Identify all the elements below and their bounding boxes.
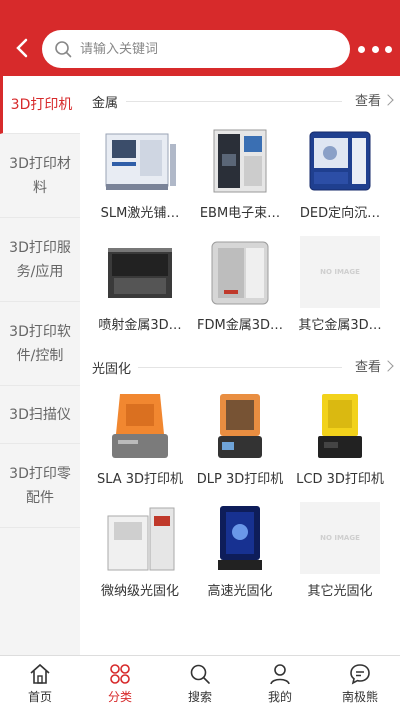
bottom-tab-bar: 首页 分类 搜索 我的 南极熊 xyxy=(0,655,400,711)
category-item[interactable]: LCD 3D打印机 xyxy=(290,382,390,494)
back-button[interactable] xyxy=(8,34,36,62)
category-item[interactable]: DLP 3D打印机 xyxy=(190,382,290,494)
category-icon xyxy=(110,664,130,684)
section-header-photopolymer: 光固化 查看 xyxy=(80,342,400,382)
top-bar xyxy=(0,0,400,76)
section-header-metal: 金属 查看 xyxy=(80,76,400,116)
more-dot xyxy=(371,45,379,53)
section-title: 金属 xyxy=(92,96,119,111)
category-content: 金属 查看 SLM激光铺… EBM电子束… DED定向沉… 喷射金属3D… FD… xyxy=(80,76,400,655)
category-item-label: SLM激光铺… xyxy=(100,206,180,221)
tab-label: 分类 xyxy=(107,690,132,704)
metal-printer-icon xyxy=(100,124,180,196)
category-item-label: FDM金属3D… xyxy=(197,318,283,333)
sidebar-item-label: 3D打印软件/控制 xyxy=(9,323,71,364)
category-item-label: LCD 3D打印机 xyxy=(296,472,384,487)
more-dot xyxy=(358,45,365,53)
section-more-link[interactable]: 查看 xyxy=(354,90,394,109)
category-item-label: 其它光固化 xyxy=(307,584,373,599)
category-item[interactable]: EBM电子束… xyxy=(190,116,290,228)
category-item-label: 其它金属3D… xyxy=(298,318,382,333)
user-icon xyxy=(270,664,290,685)
category-item[interactable]: 高速光固化 xyxy=(190,494,290,606)
category-item-label: SLA 3D打印机 xyxy=(96,472,184,487)
no-image-text: NO IMAGE xyxy=(320,268,360,276)
chevron-right-icon xyxy=(382,359,394,372)
resin-printer-icon xyxy=(300,390,380,462)
category-item[interactable]: SLA 3D打印机 xyxy=(90,382,190,494)
search-icon xyxy=(55,41,72,58)
metal-printer-icon xyxy=(100,236,180,308)
category-item-label: 高速光固化 xyxy=(207,584,273,599)
sidebar-item-label: 3D打印零配件 xyxy=(9,465,71,506)
category-sidebar: 3D打印机 3D打印材料 3D打印服务/应用 3D打印软件/控制 3D扫描仪 3… xyxy=(0,76,80,655)
chevron-right-icon xyxy=(382,93,394,106)
sidebar-item-label: 3D打印机 xyxy=(10,96,73,113)
section-title: 光固化 xyxy=(92,362,132,377)
tab-label: 搜索 xyxy=(187,690,212,704)
no-image-text: NO IMAGE xyxy=(320,534,360,542)
sidebar-item-parts[interactable]: 3D打印零配件 xyxy=(0,444,80,528)
section-more-link[interactable]: 查看 xyxy=(354,356,394,375)
search-icon xyxy=(190,664,210,684)
category-item-label: 喷射金属3D… xyxy=(98,318,182,333)
sidebar-item-label: 3D打印服务/应用 xyxy=(9,239,71,280)
search-box[interactable] xyxy=(42,30,350,68)
resin-printer-icon xyxy=(100,502,180,574)
section-more-label: 查看 xyxy=(354,94,381,109)
tab-label: 我的 xyxy=(267,690,292,704)
sidebar-item-services[interactable]: 3D打印服务/应用 xyxy=(0,218,80,302)
section-divider xyxy=(126,101,342,102)
category-item[interactable]: DED定向沉… xyxy=(290,116,390,228)
category-item[interactable]: SLM激光铺… xyxy=(90,116,190,228)
category-item[interactable]: 喷射金属3D… xyxy=(90,228,190,340)
metal-printer-icon xyxy=(300,124,380,196)
metal-printer-icon xyxy=(200,236,280,308)
sidebar-item-materials[interactable]: 3D打印材料 xyxy=(0,134,80,218)
resin-printer-icon xyxy=(100,390,180,462)
sidebar-item-label: 3D扫描仪 xyxy=(9,406,71,423)
tab-search[interactable]: 搜索 xyxy=(160,656,240,711)
category-item[interactable]: FDM金属3D… xyxy=(190,228,290,340)
tab-profile[interactable]: 我的 xyxy=(240,656,320,711)
category-item-label: DED定向沉… xyxy=(299,206,381,221)
category-item[interactable]: NO IMAGE 其它光固化 xyxy=(290,494,390,606)
product-grid-photopolymer: SLA 3D打印机 DLP 3D打印机 LCD 3D打印机 微纳级光固化 高速光… xyxy=(80,382,400,606)
product-grid-metal: SLM激光铺… EBM电子束… DED定向沉… 喷射金属3D… FDM金属3D…… xyxy=(80,116,400,340)
sidebar-item-scanner[interactable]: 3D扫描仪 xyxy=(0,386,80,444)
category-item[interactable]: 微纳级光固化 xyxy=(90,494,190,606)
sidebar-item-software[interactable]: 3D打印软件/控制 xyxy=(0,302,80,386)
no-image-placeholder: NO IMAGE xyxy=(300,502,380,574)
no-image-placeholder: NO IMAGE xyxy=(300,236,380,308)
sidebar-item-label: 3D打印材料 xyxy=(9,155,71,196)
resin-printer-icon xyxy=(200,502,280,574)
search-input[interactable] xyxy=(80,41,330,57)
tab-nanjixiong[interactable]: 南极熊 xyxy=(320,656,400,711)
section-more-label: 查看 xyxy=(354,360,381,375)
resin-printer-icon xyxy=(200,390,280,462)
category-item-label: EBM电子束… xyxy=(199,206,281,221)
category-item-label: DLP 3D打印机 xyxy=(196,472,284,487)
tab-label: 南极熊 xyxy=(341,690,378,704)
tab-home[interactable]: 首页 xyxy=(0,656,80,711)
home-icon xyxy=(30,663,50,684)
chevron-left-icon xyxy=(16,38,28,58)
more-dot xyxy=(385,45,392,53)
tab-label: 首页 xyxy=(27,690,52,704)
section-divider xyxy=(138,367,342,368)
chat-icon xyxy=(350,664,370,685)
category-item-label: 微纳级光固化 xyxy=(100,584,179,599)
metal-printer-icon xyxy=(200,124,280,196)
category-item[interactable]: NO IMAGE 其它金属3D… xyxy=(290,228,390,340)
tab-category[interactable]: 分类 xyxy=(80,656,160,711)
sidebar-item-3d-printer[interactable]: 3D打印机 xyxy=(0,76,80,134)
more-button[interactable] xyxy=(358,40,392,58)
